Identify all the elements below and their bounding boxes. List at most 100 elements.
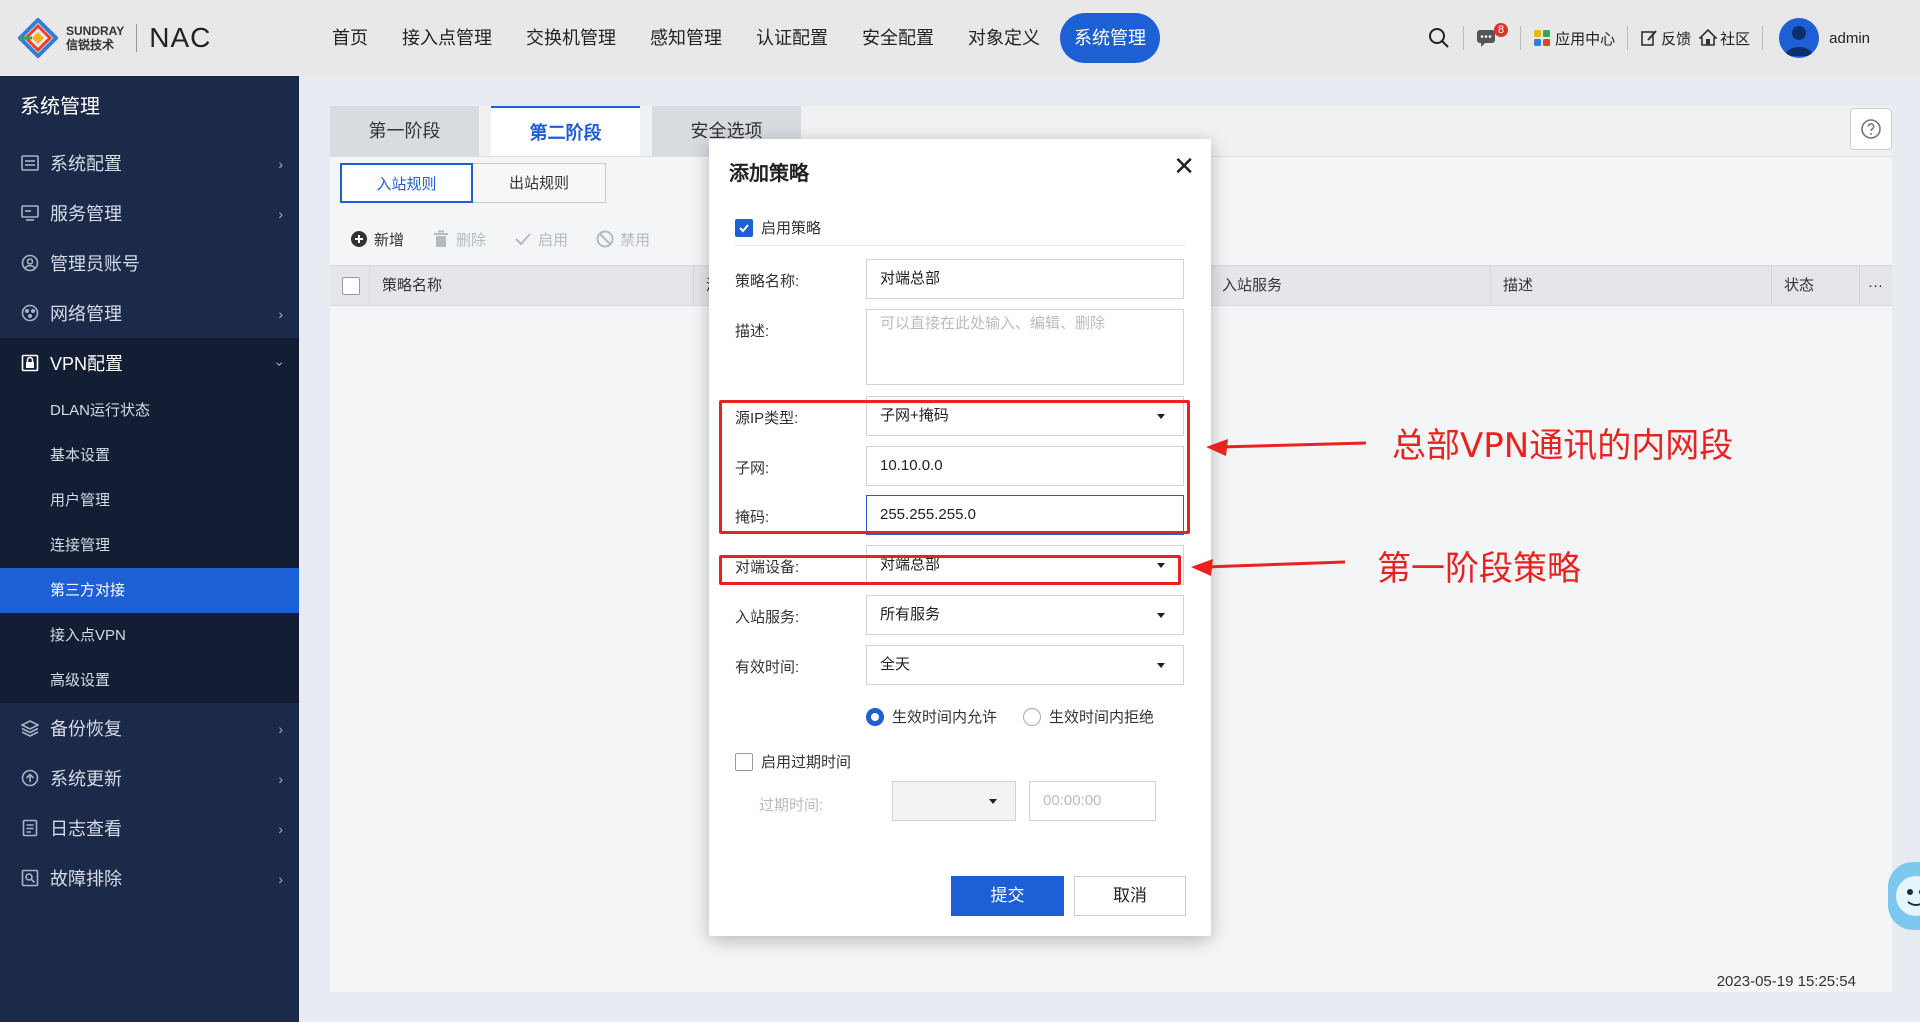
expire-time-input[interactable]: 00:00:00: [1029, 781, 1156, 821]
select-all-checkbox[interactable]: [342, 277, 360, 295]
toolbar-divider: [1462, 26, 1464, 50]
search-button[interactable]: [1427, 26, 1451, 50]
sidebar-item-network-management[interactable]: 网络管理 ›: [0, 288, 299, 338]
sidebar-item-log-view[interactable]: 日志查看 ›: [0, 803, 299, 853]
nav-object-definition[interactable]: 对象定义: [954, 13, 1054, 63]
chevron-right-icon: ›: [278, 156, 283, 172]
tab-outbound-rules[interactable]: 出站规则: [473, 163, 606, 203]
community-label: 社区: [1720, 30, 1751, 48]
inbound-service-select[interactable]: 所有服务: [866, 595, 1184, 635]
submit-button[interactable]: 提交: [951, 876, 1064, 916]
allow-in-time-radio[interactable]: [866, 707, 884, 726]
add-button[interactable]: 新增: [350, 229, 404, 250]
deny-in-time-radio[interactable]: [1023, 707, 1042, 726]
toolbar-divider: [1627, 26, 1629, 50]
tab-stage-two[interactable]: 第二阶段: [491, 106, 640, 156]
sidebar-item-label: 管理员账号: [50, 254, 140, 274]
username[interactable]: admin: [1829, 30, 1870, 47]
sidebar-item-service-management[interactable]: 服务管理 ›: [0, 188, 299, 238]
user-circle-icon: [20, 253, 40, 273]
chevron-right-icon: ›: [278, 771, 283, 787]
dialog-divider: [735, 245, 1185, 246]
feedback-label: 反馈: [1661, 30, 1692, 48]
chevron-right-icon: ›: [278, 871, 283, 887]
sidebar-item-system-update[interactable]: 系统更新 ›: [0, 753, 299, 803]
network-icon: [20, 303, 40, 323]
column-header-description[interactable]: 描述: [1491, 266, 1772, 306]
sidebar-subitem-third-party[interactable]: 第三方对接: [0, 568, 299, 613]
tab-stage-one[interactable]: 第一阶段: [330, 106, 479, 156]
assistant-robot-icon[interactable]: [1888, 862, 1920, 930]
check-icon: [514, 230, 532, 248]
chevron-down-icon: ›: [272, 361, 289, 367]
policy-name-input[interactable]: 对端总部: [866, 259, 1184, 299]
column-settings-menu[interactable]: ···: [1860, 266, 1892, 306]
sidebar-item-troubleshooting[interactable]: 故障排除 ›: [0, 853, 299, 903]
search-icon: [1428, 28, 1449, 48]
sidebar-subitem-basic-settings[interactable]: 基本设置: [0, 433, 299, 478]
description-label: 描述:: [735, 323, 770, 340]
delete-button[interactable]: 删除: [432, 229, 486, 250]
column-header-inbound-service[interactable]: 入站服务: [1210, 266, 1491, 306]
sidebar-item-vpn-config[interactable]: VPN配置 ›: [0, 338, 299, 388]
sidebar-subitem-dlan-status[interactable]: DLAN运行状态: [0, 388, 299, 433]
annotation-arrow-icon: [1206, 439, 1367, 456]
brand-logo[interactable]: SUNDRAY 信锐技术 NAC: [17, 17, 212, 59]
lock-box-icon: [20, 353, 40, 373]
disable-button[interactable]: 禁用: [596, 229, 650, 250]
ban-icon: [596, 230, 614, 248]
allow-in-time-label: 生效时间内允许: [892, 709, 998, 726]
nav-home[interactable]: 首页: [318, 13, 382, 63]
enable-button[interactable]: 启用: [514, 229, 568, 250]
sidebar-subitem-connection-management[interactable]: 连接管理: [0, 523, 299, 568]
column-header-policy-name[interactable]: 策略名称: [370, 266, 694, 306]
enable-policy-checkbox[interactable]: [735, 218, 753, 237]
community-link[interactable]: 社区: [1699, 28, 1750, 49]
nav-ap-management[interactable]: 接入点管理: [388, 13, 506, 63]
sidebar-item-label: 系统更新: [50, 769, 122, 789]
column-header-status[interactable]: 状态: [1772, 266, 1860, 306]
annotation-note-subnet: 总部VPN通讯的内网段: [1392, 426, 1734, 466]
edit-icon: [1641, 30, 1657, 46]
enable-policy-option[interactable]: 启用策略: [735, 217, 821, 238]
annotation-note-phase1: 第一阶段策略: [1377, 549, 1581, 589]
nav-auth-config[interactable]: 认证配置: [742, 13, 842, 63]
close-button[interactable]: ✕: [1173, 153, 1195, 179]
chevron-right-icon: ›: [278, 721, 283, 737]
enable-policy-label: 启用策略: [761, 220, 822, 237]
feedback-link[interactable]: 反馈: [1640, 28, 1691, 49]
help-icon: [1861, 119, 1881, 139]
tab-inbound-rules[interactable]: 入站规则: [340, 163, 473, 203]
top-navbar: SUNDRAY 信锐技术 NAC 首页 接入点管理 交换机管理 感知管理 认证配…: [0, 0, 1920, 76]
add-policy-dialog: 添加策略 ✕ 启用策略 策略名称: 对端总部 描述: 可以直接在此处输入、编辑、…: [709, 139, 1211, 936]
sidebar-item-system-config[interactable]: 系统配置 ›: [0, 138, 299, 188]
sidebar-subitem-advanced-settings[interactable]: 高级设置: [0, 658, 299, 703]
enable-expire-checkbox[interactable]: [735, 752, 753, 771]
help-button[interactable]: [1850, 108, 1892, 150]
sidebar-subitem-ap-vpn[interactable]: 接入点VPN: [0, 613, 299, 658]
document-icon: [20, 818, 40, 838]
nav-sensing-management[interactable]: 感知管理: [636, 13, 736, 63]
cancel-button[interactable]: 取消: [1074, 876, 1186, 916]
valid-time-select[interactable]: 全天: [866, 645, 1184, 685]
product-name: NAC: [149, 22, 212, 53]
delete-label: 删除: [456, 231, 487, 249]
user-avatar[interactable]: [1779, 18, 1820, 58]
allow-in-time-option[interactable]: 生效时间内允许: [866, 706, 997, 727]
home-icon: [1699, 29, 1718, 46]
nav-system-management[interactable]: 系统管理: [1060, 13, 1160, 63]
checkmark-icon: [739, 223, 749, 232]
description-textarea[interactable]: 可以直接在此处输入、编辑、删除: [866, 309, 1184, 385]
app-center-link[interactable]: 应用中心: [1533, 28, 1615, 49]
enable-expire-option[interactable]: 启用过期时间: [735, 751, 851, 772]
trash-icon: [432, 230, 450, 248]
nav-switch-management[interactable]: 交换机管理: [512, 13, 630, 63]
nav-security-config[interactable]: 安全配置: [848, 13, 948, 63]
sidebar-item-backup-restore[interactable]: 备份恢复 ›: [0, 703, 299, 753]
messages-button[interactable]: 8: [1476, 23, 1509, 48]
sidebar-item-admin-accounts[interactable]: 管理员账号: [0, 238, 299, 288]
sidebar-subitem-user-management[interactable]: 用户管理: [0, 478, 299, 523]
deny-in-time-option[interactable]: 生效时间内拒绝: [1023, 706, 1154, 727]
top-right-tools: 8 应用中心 反馈 社区 admin: [1415, 18, 1870, 58]
expire-date-select[interactable]: [892, 781, 1016, 821]
